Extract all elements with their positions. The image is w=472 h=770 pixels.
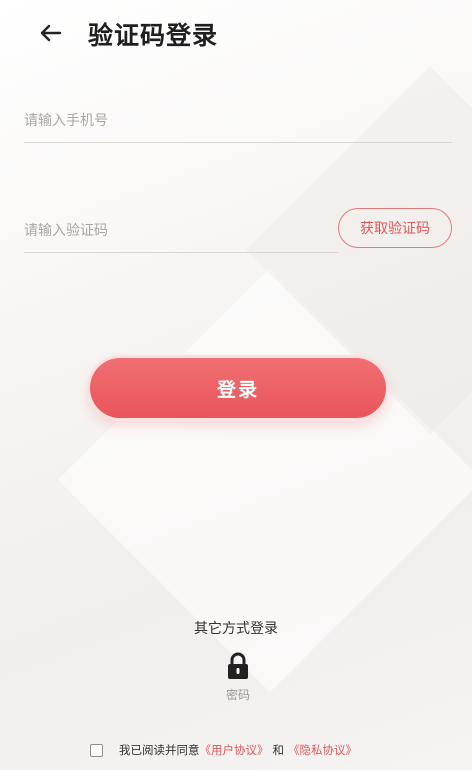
agreement-and: 和: [272, 743, 285, 757]
get-code-button[interactable]: 获取验证码: [338, 208, 452, 248]
phone-field: [24, 100, 452, 143]
agreement-checkbox[interactable]: [90, 743, 103, 757]
back-button[interactable]: [36, 18, 66, 48]
agreement-prefix: 我已阅读并同意: [119, 743, 200, 757]
arrow-left-icon: [40, 24, 62, 42]
password-login-option[interactable]: 密码: [211, 652, 265, 708]
password-login-label: 密码: [225, 688, 250, 702]
lock-icon: [228, 652, 248, 679]
verification-code-input[interactable]: [24, 210, 338, 252]
user-agreement-link[interactable]: 《用户协议》: [200, 742, 269, 758]
header: 验证码登录: [0, 0, 472, 70]
agreement-row: 我已阅读并同意 《用户协议》 和 《隐私协议》: [90, 740, 357, 760]
other-login-title: 其它方式登录: [194, 621, 278, 637]
login-button[interactable]: 登录: [90, 358, 386, 418]
page-title: 验证码登录: [88, 21, 219, 50]
phone-input[interactable]: [24, 100, 452, 142]
privacy-policy-link[interactable]: 《隐私协议》: [288, 742, 357, 758]
code-field: [24, 210, 338, 253]
